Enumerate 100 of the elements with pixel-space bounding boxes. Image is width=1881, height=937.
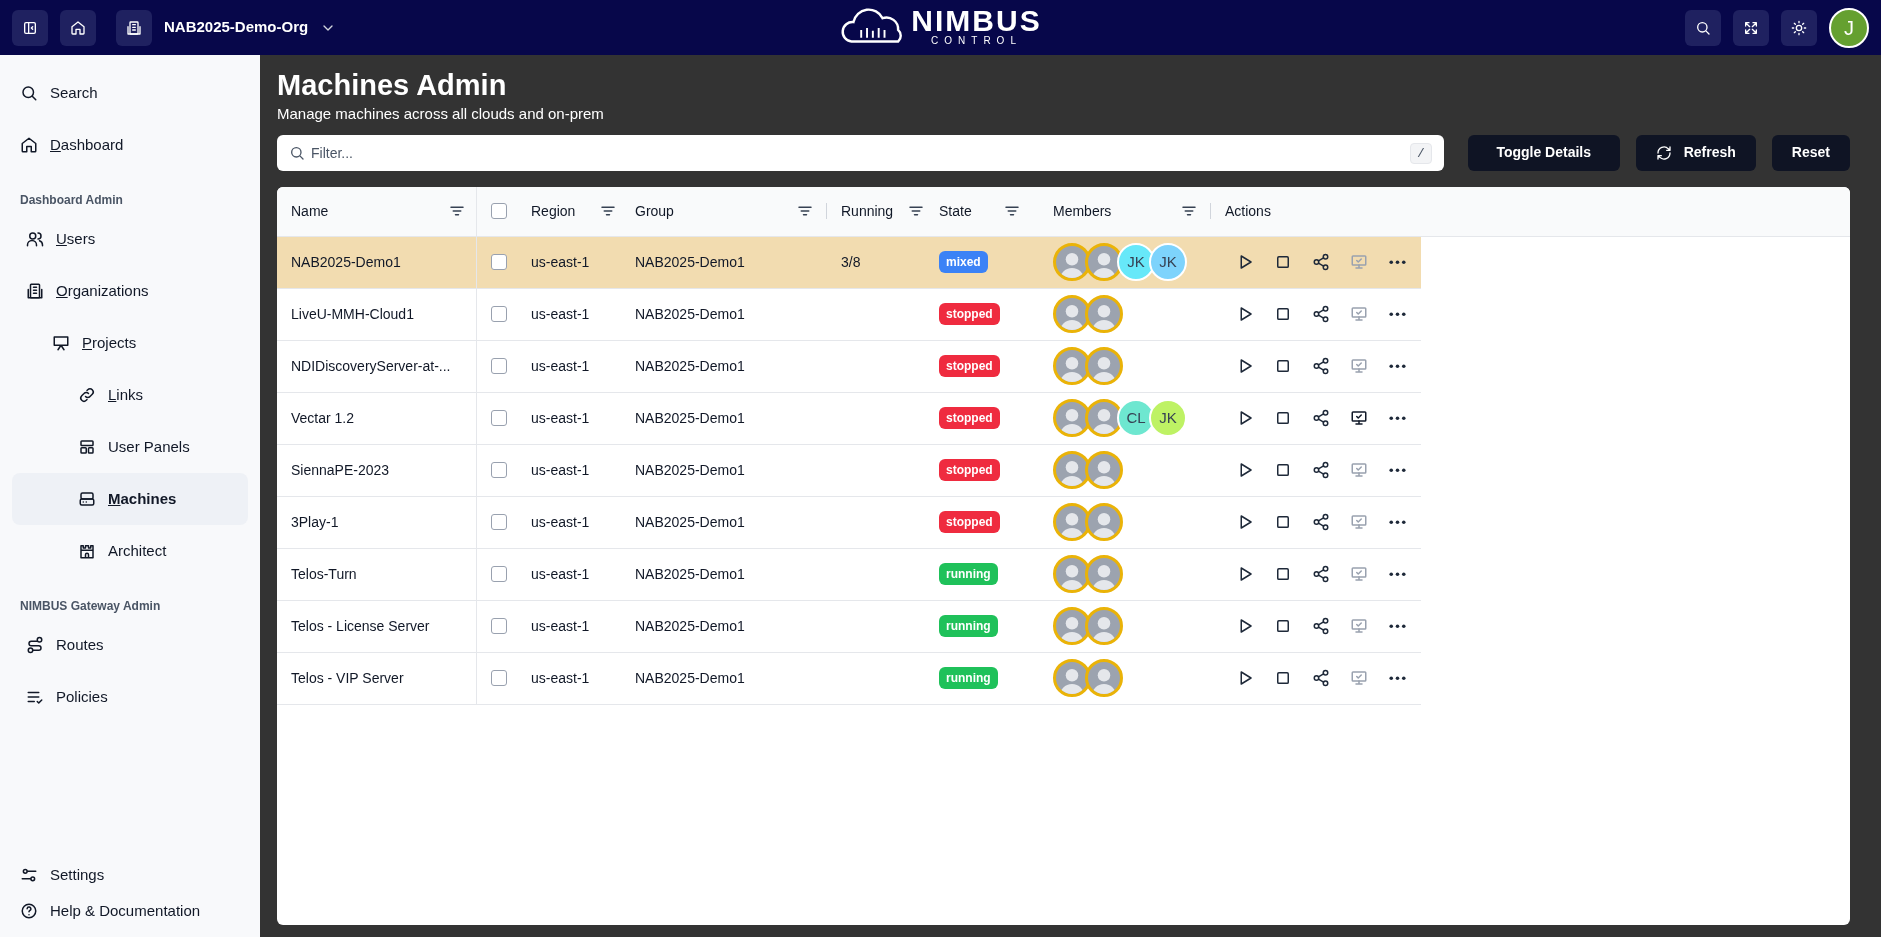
sidebar-item[interactable]: User Panels	[12, 421, 248, 473]
sidebar-toggle-button[interactable]	[12, 9, 48, 46]
table-cell-text: us-east-1	[531, 252, 591, 272]
home-button[interactable]	[60, 9, 96, 46]
section-heading: Dashboard Admin	[19, 192, 124, 209]
users-icon	[26, 230, 44, 248]
sidebar-item[interactable]: Organizations	[12, 265, 248, 317]
share-button[interactable]	[1311, 304, 1331, 325]
select-all-checkbox[interactable]	[491, 203, 507, 220]
sidebar-item[interactable]: Architect	[12, 525, 248, 577]
share-button[interactable]	[1311, 460, 1331, 481]
building-icon	[26, 282, 44, 300]
table-cell-text: Telos - VIP Server	[291, 668, 404, 688]
table-row[interactable]: Telos-Turn us-east-1 NAB2025-Demo1 running	[277, 548, 1421, 601]
column-header[interactable]: Members	[1053, 200, 1112, 222]
more-icon	[1388, 520, 1406, 525]
more-icon	[1388, 312, 1406, 317]
status-badge: running	[939, 667, 998, 690]
status-badge: stopped	[939, 355, 1000, 378]
member-avatar	[1085, 347, 1123, 386]
fullscreen-button[interactable]	[1733, 9, 1769, 46]
sidebar-item[interactable]: Machines	[12, 473, 248, 525]
search-icon	[289, 144, 305, 161]
table-row[interactable]: LiveU-MMH-Cloud1 us-east-1 NAB2025-Demo1 stopped	[277, 288, 1421, 341]
table-cell-text: us-east-1	[531, 564, 591, 584]
table-cell-text: NAB2025-Demo1	[634, 616, 746, 636]
member-avatar	[1085, 555, 1123, 594]
reset-button[interactable]: Reset	[1771, 134, 1850, 171]
more-icon	[1388, 364, 1406, 369]
status-badge: stopped	[939, 407, 1000, 430]
table-row[interactable]: NAB2025-Demo1 us-east-1 NAB2025-Demo1 3/8 mixed JK JK	[277, 236, 1421, 289]
share-icon	[1312, 617, 1330, 636]
table-cell-text: Vectar 1.2	[291, 408, 355, 428]
column-header[interactable]: Name	[291, 200, 329, 222]
column-header[interactable]: State	[939, 200, 972, 222]
table-row[interactable]: 3Play-1 us-east-1 NAB2025-Demo1 stopped	[277, 496, 1421, 549]
column-header[interactable]: Running	[841, 200, 894, 222]
link-icon	[78, 386, 96, 404]
sidebar-item[interactable]: Settings	[12, 857, 248, 893]
share-button[interactable]	[1311, 668, 1331, 689]
column-header[interactable]: Group	[635, 200, 674, 222]
share-button[interactable]	[1311, 564, 1331, 585]
status-badge: stopped	[939, 303, 1000, 326]
share-button[interactable]	[1311, 512, 1331, 533]
row-checkbox[interactable]	[491, 670, 507, 687]
table-cell-text: LiveU-MMH-Cloud1	[291, 304, 414, 324]
row-checkbox[interactable]	[491, 618, 507, 635]
share-icon	[1312, 461, 1330, 480]
share-button[interactable]	[1311, 252, 1331, 273]
building-icon	[126, 19, 142, 36]
sidebar-item[interactable]: Search	[12, 67, 248, 119]
row-checkbox[interactable]	[491, 462, 507, 479]
theme-toggle-button[interactable]	[1781, 9, 1817, 46]
table-row[interactable]: Telos - VIP Server us-east-1 NAB2025-Demo1 running	[277, 652, 1421, 705]
table-cell-text: NAB2025-Demo1	[634, 668, 746, 688]
sidebar-item[interactable]: Projects	[12, 317, 248, 369]
column-header[interactable]: Actions	[1225, 200, 1271, 222]
table-row[interactable]: SiennaPE-2023 us-east-1 NAB2025-Demo1 stopped	[277, 444, 1421, 497]
refresh-button[interactable]: Refresh	[1635, 134, 1756, 171]
sidebar-item[interactable]: Users	[12, 213, 248, 265]
member-avatar	[1085, 295, 1123, 334]
share-button[interactable]	[1311, 408, 1331, 429]
sidebar-item[interactable]: Help & Documentation	[12, 893, 248, 929]
table-row[interactable]: Telos - License Server us-east-1 NAB2025-Demo1 running	[277, 600, 1421, 653]
search-button[interactable]	[1685, 9, 1721, 46]
table-cell-text: us-east-1	[531, 616, 591, 636]
page-title: Machines Admin	[277, 68, 508, 103]
table-cell-text: NAB2025-Demo1	[634, 564, 746, 584]
table-cell-text: 3Play-1	[291, 512, 339, 532]
home-icon	[70, 19, 86, 36]
row-checkbox[interactable]	[491, 306, 507, 323]
table-cell-text: NAB2025-Demo1	[634, 356, 746, 376]
table-cell-text: NAB2025-Demo1	[634, 408, 746, 428]
presentation-icon	[52, 334, 70, 352]
table-cell-text: NAB2025-Demo1	[634, 460, 746, 480]
route-icon	[26, 636, 44, 654]
share-button[interactable]	[1311, 616, 1331, 637]
row-checkbox[interactable]	[491, 358, 507, 375]
expand-icon	[1743, 19, 1759, 36]
table-row[interactable]: Vectar 1.2 us-east-1 NAB2025-Demo1 stopped CL JK	[277, 392, 1421, 445]
server-icon	[78, 490, 96, 508]
desktop-icon	[1350, 305, 1368, 324]
sliders-icon	[20, 866, 38, 884]
table-cell-text: NAB2025-Demo1	[634, 304, 746, 324]
sidebar-item[interactable]: Policies	[12, 671, 248, 723]
member-avatar	[1085, 503, 1123, 542]
member-avatar	[1085, 607, 1123, 646]
column-header[interactable]: Region	[531, 200, 576, 222]
share-button[interactable]	[1311, 356, 1331, 377]
organization-selector[interactable]: NAB2025-Demo-Org	[116, 9, 337, 46]
row-checkbox[interactable]	[491, 410, 507, 427]
table-row[interactable]: NDIDiscoveryServer-at-... us-east-1 NAB2025-Demo1 stopped	[277, 340, 1421, 393]
more-icon	[1388, 624, 1406, 629]
toggle-details-button[interactable]: Toggle Details	[1467, 134, 1620, 171]
row-checkbox[interactable]	[491, 514, 507, 531]
row-checkbox[interactable]	[491, 566, 507, 583]
sidebar-item[interactable]: Routes	[12, 619, 248, 671]
sidebar-item[interactable]: Links	[12, 369, 248, 421]
sidebar-item[interactable]: Dashboard	[12, 119, 248, 171]
row-checkbox[interactable]	[491, 254, 507, 271]
